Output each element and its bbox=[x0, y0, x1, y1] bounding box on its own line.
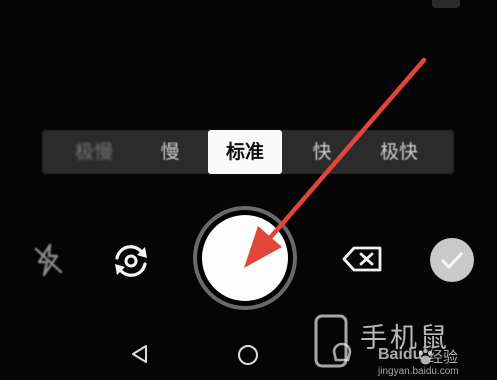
back-icon bbox=[132, 345, 147, 363]
flash-off-icon bbox=[34, 243, 63, 277]
shutter-inner bbox=[202, 215, 288, 301]
switch-camera-icon bbox=[115, 245, 147, 277]
watermark-url: jingyan.baidu.com bbox=[378, 366, 459, 377]
confirm-button[interactable] bbox=[430, 238, 474, 282]
watermark-baidu: Baidu bbox=[378, 346, 423, 363]
speed-option-very-slow[interactable]: 极慢 bbox=[58, 130, 130, 174]
speed-option-standard[interactable]: 标准 bbox=[208, 130, 282, 174]
speed-option-fast[interactable]: 快 bbox=[290, 130, 354, 174]
status-indicator bbox=[432, 0, 460, 8]
flash-toggle-button[interactable] bbox=[28, 240, 68, 280]
home-icon bbox=[238, 345, 258, 365]
camera-screen: 极慢 慢 标准 快 极快 手机鼠 Baidu 经验 jingyan.baidu.… bbox=[0, 0, 497, 380]
switch-camera-button[interactable] bbox=[108, 238, 154, 284]
delete-button[interactable] bbox=[342, 244, 384, 274]
speed-option-very-fast[interactable]: 极快 bbox=[362, 130, 436, 174]
nav-back-button[interactable] bbox=[128, 342, 152, 366]
backspace-icon bbox=[342, 246, 382, 272]
nav-home-button[interactable] bbox=[236, 343, 260, 367]
watermark-baidu-sub: 经验 bbox=[428, 348, 459, 366]
speed-option-slow[interactable]: 慢 bbox=[138, 130, 202, 174]
shutter-button[interactable] bbox=[193, 206, 297, 310]
check-icon bbox=[441, 252, 463, 269]
watermark: 手机鼠 Baidu 经验 jingyan.baidu.com bbox=[312, 312, 497, 380]
phone-logo-icon bbox=[314, 314, 352, 368]
